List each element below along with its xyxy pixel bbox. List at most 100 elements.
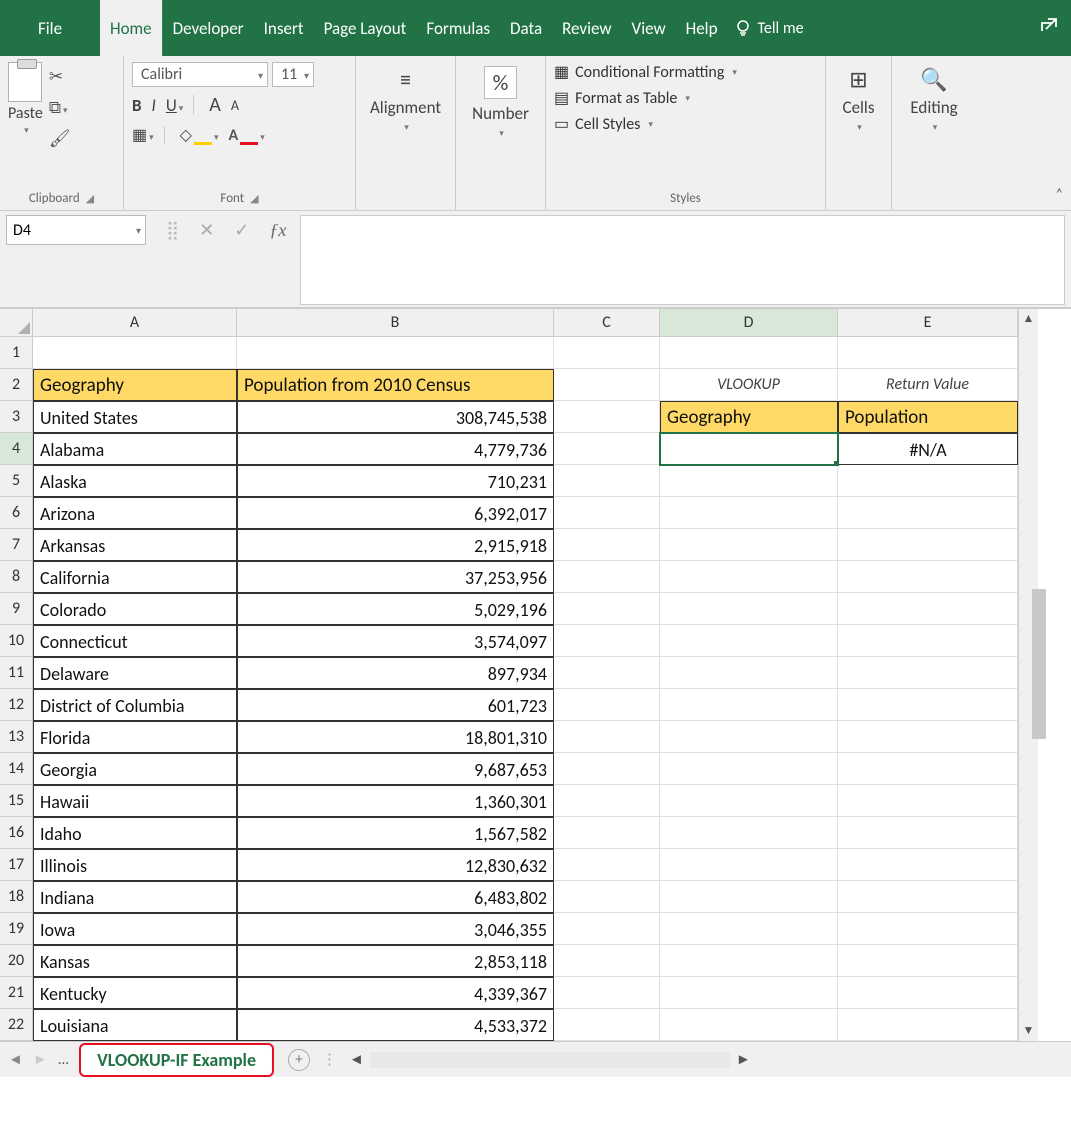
cell[interactable] bbox=[660, 721, 838, 753]
cell[interactable]: Kansas bbox=[33, 945, 237, 977]
cell[interactable]: 4,779,736 bbox=[237, 433, 554, 465]
scroll-right-icon[interactable]: ► bbox=[736, 1051, 751, 1069]
cell[interactable] bbox=[838, 753, 1018, 785]
row-header[interactable]: 12 bbox=[0, 689, 33, 721]
cell[interactable] bbox=[660, 913, 838, 945]
horizontal-scrollbar[interactable]: ◄ ► bbox=[349, 1051, 751, 1069]
tab-formulas[interactable]: Formulas bbox=[416, 0, 500, 56]
cell[interactable]: 1,360,301 bbox=[237, 785, 554, 817]
cut-button[interactable]: ✂ bbox=[49, 66, 71, 87]
row-header[interactable]: 17 bbox=[0, 849, 33, 881]
cell[interactable] bbox=[554, 593, 660, 625]
row-header[interactable]: 3 bbox=[0, 401, 33, 433]
enter-formula-button[interactable]: ✓ bbox=[234, 219, 249, 241]
cell[interactable] bbox=[838, 529, 1018, 561]
cell[interactable] bbox=[660, 881, 838, 913]
cell[interactable]: District of Columbia bbox=[33, 689, 237, 721]
cell[interactable]: Alaska bbox=[33, 465, 237, 497]
cell[interactable]: Connecticut bbox=[33, 625, 237, 657]
cell[interactable] bbox=[838, 817, 1018, 849]
alignment-button[interactable]: ≡ Alignment ▾ bbox=[364, 62, 447, 137]
cell[interactable] bbox=[660, 849, 838, 881]
cell[interactable] bbox=[660, 945, 838, 977]
cell[interactable] bbox=[838, 721, 1018, 753]
cell[interactable]: 9,687,653 bbox=[237, 753, 554, 785]
cell[interactable] bbox=[554, 817, 660, 849]
cell[interactable] bbox=[660, 529, 838, 561]
cell[interactable]: 12,830,632 bbox=[237, 849, 554, 881]
col-header-d[interactable]: D bbox=[660, 309, 838, 337]
cell[interactable] bbox=[554, 881, 660, 913]
row-header[interactable]: 19 bbox=[0, 913, 33, 945]
cell[interactable]: Colorado bbox=[33, 593, 237, 625]
cell[interactable]: Illinois bbox=[33, 849, 237, 881]
cell[interactable] bbox=[554, 945, 660, 977]
dialog-launcher-icon[interactable]: ◢ bbox=[250, 192, 258, 205]
cell-styles-button[interactable]: ▭Cell Styles▾ bbox=[554, 114, 817, 134]
cell[interactable] bbox=[838, 849, 1018, 881]
scroll-up-icon[interactable]: ▲ bbox=[1023, 309, 1035, 329]
cell[interactable]: 2,915,918 bbox=[237, 529, 554, 561]
name-box[interactable]: D4▾ bbox=[6, 215, 146, 245]
cell[interactable] bbox=[660, 977, 838, 1009]
cell[interactable] bbox=[838, 1009, 1018, 1041]
cell[interactable]: Delaware bbox=[33, 657, 237, 689]
format-as-table-button[interactable]: ▤Format as Table▾ bbox=[554, 88, 817, 108]
formula-input[interactable] bbox=[300, 215, 1065, 305]
cell[interactable] bbox=[838, 657, 1018, 689]
cell[interactable]: Population bbox=[838, 401, 1018, 433]
underline-button[interactable]: U▾ bbox=[166, 95, 183, 116]
cell[interactable] bbox=[660, 753, 838, 785]
tell-me[interactable]: Tell me bbox=[734, 0, 804, 56]
col-header-b[interactable]: B bbox=[237, 309, 554, 337]
cell[interactable] bbox=[554, 465, 660, 497]
cell[interactable]: 1,567,582 bbox=[237, 817, 554, 849]
row-header[interactable]: 7 bbox=[0, 529, 33, 561]
row-header[interactable]: 9 bbox=[0, 593, 33, 625]
font-color-button[interactable]: A▾ bbox=[229, 126, 265, 145]
sheet-overflow[interactable]: ... bbox=[58, 1051, 69, 1069]
tab-review[interactable]: Review bbox=[552, 0, 621, 56]
cell[interactable]: Geography bbox=[660, 401, 838, 433]
cell[interactable] bbox=[554, 401, 660, 433]
cell[interactable]: Georgia bbox=[33, 753, 237, 785]
cell[interactable]: United States bbox=[33, 401, 237, 433]
cell[interactable] bbox=[554, 529, 660, 561]
cell[interactable] bbox=[660, 657, 838, 689]
copy-button[interactable]: ⧉▾ bbox=[49, 97, 71, 118]
cell[interactable] bbox=[554, 433, 660, 465]
decrease-font-button[interactable]: A bbox=[231, 97, 239, 114]
share-button[interactable] bbox=[1027, 0, 1071, 56]
cell[interactable]: 6,483,802 bbox=[237, 881, 554, 913]
cell[interactable] bbox=[660, 497, 838, 529]
row-header[interactable]: 18 bbox=[0, 881, 33, 913]
row-header[interactable]: 15 bbox=[0, 785, 33, 817]
cell[interactable] bbox=[660, 465, 838, 497]
cell[interactable]: 18,801,310 bbox=[237, 721, 554, 753]
cell[interactable]: Arizona bbox=[33, 497, 237, 529]
cell[interactable]: 2,853,118 bbox=[237, 945, 554, 977]
cell[interactable] bbox=[554, 753, 660, 785]
cell[interactable] bbox=[660, 433, 838, 465]
cell[interactable]: California bbox=[33, 561, 237, 593]
add-sheet-button[interactable]: + bbox=[288, 1049, 310, 1071]
cell[interactable] bbox=[838, 337, 1018, 369]
cell[interactable]: 37,253,956 bbox=[237, 561, 554, 593]
cell[interactable] bbox=[838, 561, 1018, 593]
row-header[interactable]: 14 bbox=[0, 753, 33, 785]
cell[interactable] bbox=[554, 689, 660, 721]
row-header[interactable]: 10 bbox=[0, 625, 33, 657]
cell[interactable]: 601,723 bbox=[237, 689, 554, 721]
cell[interactable] bbox=[554, 721, 660, 753]
cell[interactable] bbox=[554, 913, 660, 945]
row-header[interactable]: 1 bbox=[0, 337, 33, 369]
cell[interactable] bbox=[237, 337, 554, 369]
cell[interactable] bbox=[554, 977, 660, 1009]
cell[interactable]: #N/A bbox=[838, 433, 1018, 465]
sheet-tab-active[interactable]: VLOOKUP-IF Example bbox=[79, 1043, 274, 1077]
select-all-corner[interactable] bbox=[0, 309, 33, 337]
vertical-scrollbar[interactable]: ▲ ▼ bbox=[1018, 309, 1038, 1041]
col-header-e[interactable]: E bbox=[838, 309, 1018, 337]
cell[interactable] bbox=[660, 337, 838, 369]
row-header[interactable]: 8 bbox=[0, 561, 33, 593]
